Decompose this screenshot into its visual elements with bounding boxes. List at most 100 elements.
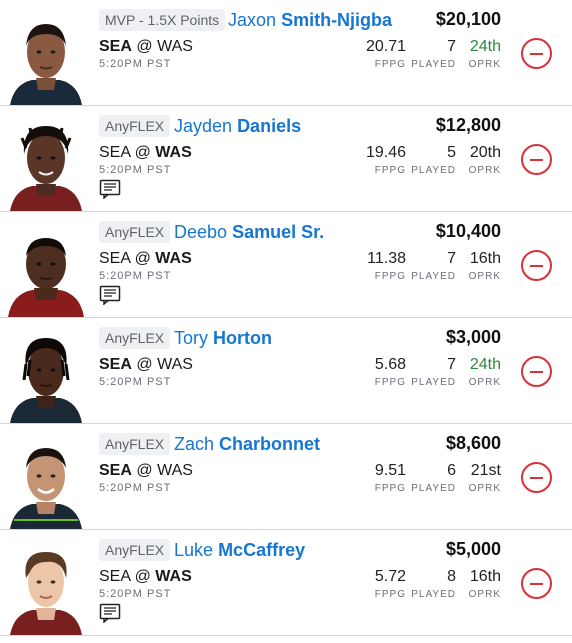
roster-slot-badge: AnyFLEX [99,539,171,561]
remove-player-button[interactable] [521,568,552,599]
oprk-value: 21st [470,462,501,479]
player-photo [4,330,88,423]
stat-played: 7 PLAYED [411,249,456,282]
player-row[interactable]: AnyFLEX Zach Charbonnet SEA @ WAS 5:20PM… [0,424,572,530]
matchup-at: @ [136,356,153,373]
played-label: PLAYED [411,271,456,282]
stat-oprk: 16th OPRK [469,567,501,600]
roster-slot-badge: AnyFLEX [99,433,171,455]
stat-fppg: 19.46 FPPG [366,143,406,176]
fppg-label: FPPG [374,377,406,388]
player-name-link[interactable]: Jaxon Smith-Njigba [228,7,392,33]
team-abbr: SEA [99,462,132,479]
game-matchup: SEA @ WAS [99,567,192,587]
stat-fppg: 9.51 FPPG [375,461,406,494]
lineup-roster: MVP - 1.5X Points Jaxon Smith-Njigba SEA… [0,0,572,643]
stat-oprk: 24th OPRK [469,37,501,70]
stat-played: 7 PLAYED [411,37,456,70]
opponent-abbr: WAS [155,568,192,585]
player-name-link[interactable]: Tory Horton [174,325,272,351]
game-matchup: SEA @ WAS [99,461,193,481]
player-row[interactable]: AnyFLEX Deebo Samuel Sr. SEA @ WAS 5:20P… [0,212,572,318]
stat-fppg: 11.38 FPPG [367,249,406,282]
played-value: 8 [447,568,456,585]
stat-oprk: 16th OPRK [469,249,501,282]
played-value: 7 [447,250,456,267]
player-first-name: Luke [174,540,214,560]
player-photo [4,542,88,635]
roster-slot-badge: AnyFLEX [99,221,171,243]
stat-oprk: 24th OPRK [469,355,501,388]
player-salary: $5,000 [445,539,501,559]
played-value: 7 [447,38,456,55]
fppg-label: FPPG [374,483,406,494]
game-time: 5:20PM PST [99,270,172,282]
opponent-abbr: WAS [155,250,192,267]
game-time: 5:20PM PST [99,164,172,176]
player-row[interactable]: AnyFLEX Luke McCaffrey SEA @ WAS 5:20PM … [0,530,572,636]
stat-played: 6 PLAYED [411,461,456,494]
fppg-label: FPPG [374,59,406,70]
oprk-label: OPRK [468,483,501,494]
fppg-value: 11.38 [367,250,406,267]
game-time: 5:20PM PST [99,588,172,600]
oprk-label: OPRK [468,589,501,600]
player-row[interactable]: AnyFLEX Jayden Daniels SEA @ WAS 5:20PM … [0,106,572,212]
news-note-icon[interactable] [99,603,121,623]
stat-oprk: 20th OPRK [469,143,501,176]
matchup-at: @ [134,568,151,585]
news-note-icon[interactable] [99,179,121,199]
stat-played: 8 PLAYED [411,567,456,600]
game-matchup: SEA @ WAS [99,37,193,57]
fppg-value: 9.51 [374,462,406,479]
player-salary: $12,800 [435,115,501,135]
fppg-value: 19.46 [365,144,406,161]
played-label: PLAYED [411,59,456,70]
player-first-name: Jayden [174,116,233,136]
oprk-label: OPRK [468,377,501,388]
news-note-icon[interactable] [99,285,121,305]
player-first-name: Zach [174,434,215,454]
stat-played: 5 PLAYED [411,143,456,176]
player-row[interactable]: MVP - 1.5X Points Jaxon Smith-Njigba SEA… [0,0,572,106]
fppg-label: FPPG [374,165,406,176]
opponent-abbr: WAS [157,38,193,55]
fppg-label: FPPG [374,589,406,600]
player-last-name: Smith-Njigba [281,10,393,30]
team-abbr: SEA [99,356,132,373]
team-abbr: SEA [99,38,132,55]
stat-fppg: 20.71 FPPG [366,37,406,70]
remove-player-button[interactable] [521,144,552,175]
oprk-value: 16th [469,568,501,585]
remove-player-button[interactable] [521,356,552,387]
player-name-link[interactable]: Jayden Daniels [174,113,301,139]
player-salary: $8,600 [445,433,501,453]
played-value: 7 [447,356,456,373]
player-photo [4,224,88,317]
remove-player-button[interactable] [521,462,552,493]
game-matchup: SEA @ WAS [99,143,192,163]
player-last-name: McCaffrey [218,540,306,560]
fppg-label: FPPG [374,271,406,282]
played-label: PLAYED [411,377,456,388]
played-label: PLAYED [411,483,456,494]
player-photo [4,118,88,211]
player-first-name: Tory [174,328,209,348]
player-first-name: Deebo [174,222,228,242]
player-name-link[interactable]: Deebo Samuel Sr. [174,219,324,245]
opponent-abbr: WAS [155,144,192,161]
player-row[interactable]: AnyFLEX Tory Horton SEA @ WAS 5:20PM PST… [0,318,572,424]
roster-slot-badge: MVP - 1.5X Points [99,9,226,31]
fppg-value: 5.68 [374,356,406,373]
remove-player-button[interactable] [521,250,552,281]
remove-player-button[interactable] [521,38,552,69]
team-abbr: SEA [99,250,131,267]
fppg-value: 5.72 [374,568,406,585]
player-salary: $20,100 [435,9,501,29]
played-label: PLAYED [411,165,456,176]
player-name-link[interactable]: Zach Charbonnet [174,431,320,457]
roster-slot-badge: AnyFLEX [99,327,171,349]
game-time: 5:20PM PST [99,376,172,388]
player-name-link[interactable]: Luke McCaffrey [174,537,305,563]
player-last-name: Daniels [237,116,302,136]
